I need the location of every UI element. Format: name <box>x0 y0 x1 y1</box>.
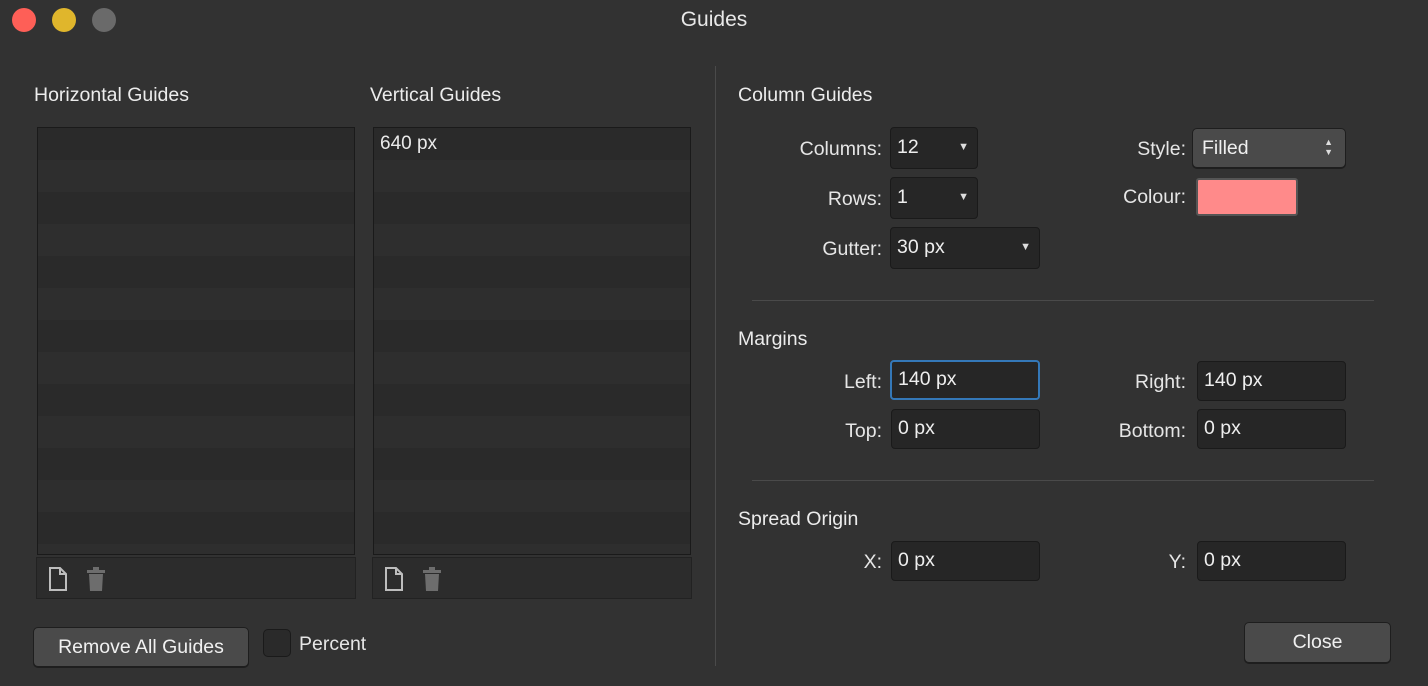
gutter-dropdown[interactable]: 30 px ▼ <box>890 227 1040 269</box>
list-item[interactable] <box>374 256 690 288</box>
rows-value: 1 <box>897 186 908 208</box>
vertical-guides-list[interactable]: 640 px <box>373 127 691 555</box>
list-item[interactable] <box>374 192 690 224</box>
trash-icon[interactable] <box>421 566 443 592</box>
rows-label: Rows: <box>827 188 882 210</box>
list-item[interactable] <box>38 128 354 160</box>
y-origin-field[interactable]: 0 px <box>1197 541 1346 581</box>
list-item[interactable] <box>38 256 354 288</box>
trash-icon[interactable] <box>85 566 107 592</box>
window-title: Guides <box>680 8 748 31</box>
horizontal-guides-list[interactable] <box>37 127 355 555</box>
left-margin-label: Left: <box>844 371 882 393</box>
right-margin-field[interactable]: 140 px <box>1197 361 1346 401</box>
gutter-label: Gutter: <box>822 238 882 260</box>
right-margin-label: Right: <box>1135 371 1186 393</box>
x-origin-label: X: <box>863 551 882 573</box>
list-item[interactable] <box>374 448 690 480</box>
percent-checkbox[interactable] <box>263 629 291 657</box>
gutter-value: 30 px <box>897 236 945 258</box>
list-item[interactable] <box>374 512 690 544</box>
y-origin-label: Y: <box>1168 551 1186 573</box>
list-item[interactable] <box>38 288 354 320</box>
section-divider <box>752 300 1374 301</box>
list-item[interactable] <box>38 448 354 480</box>
list-item[interactable] <box>374 384 690 416</box>
list-item[interactable] <box>38 416 354 448</box>
add-guide-icon[interactable] <box>383 566 405 592</box>
chevron-down-icon: ▼ <box>1020 241 1031 253</box>
horizontal-list-footer <box>36 557 356 599</box>
x-origin-field[interactable]: 0 px <box>891 541 1040 581</box>
chevron-down-icon: ▼ <box>958 141 969 153</box>
columns-dropdown[interactable]: 12 ▼ <box>890 127 978 169</box>
list-item[interactable] <box>38 352 354 384</box>
close-button[interactable]: Close <box>1244 622 1391 663</box>
list-item[interactable] <box>374 480 690 512</box>
style-value: Filled <box>1202 137 1249 159</box>
add-guide-icon[interactable] <box>47 566 69 592</box>
vertical-guides-label: Vertical Guides <box>370 84 502 106</box>
list-item[interactable] <box>38 480 354 512</box>
bottom-margin-label: Bottom: <box>1118 420 1186 442</box>
top-margin-label: Top: <box>845 420 882 442</box>
list-item[interactable] <box>38 224 354 256</box>
list-item[interactable] <box>374 352 690 384</box>
panel-divider <box>715 66 716 666</box>
bottom-margin-field[interactable]: 0 px <box>1197 409 1346 449</box>
style-label: Style: <box>1137 138 1186 160</box>
list-item[interactable] <box>38 320 354 352</box>
list-item[interactable] <box>38 512 354 544</box>
percent-label: Percent <box>299 633 367 655</box>
top-margin-field[interactable]: 0 px <box>891 409 1040 449</box>
colour-label: Colour: <box>1123 186 1186 208</box>
chevron-down-icon: ▼ <box>958 191 969 203</box>
columns-label: Columns: <box>799 138 882 160</box>
up-down-arrows-icon: ▲ ▼ <box>1324 137 1333 157</box>
column-guides-label: Column Guides <box>738 84 873 106</box>
list-item[interactable] <box>374 288 690 320</box>
rows-dropdown[interactable]: 1 ▼ <box>890 177 978 219</box>
margins-label: Margins <box>738 328 808 350</box>
list-item[interactable] <box>38 544 354 554</box>
spread-origin-label: Spread Origin <box>738 508 859 530</box>
list-item[interactable] <box>374 160 690 192</box>
list-item[interactable] <box>374 416 690 448</box>
style-popup-button[interactable]: Filled ▲ ▼ <box>1192 128 1346 168</box>
vertical-list-footer <box>372 557 692 599</box>
list-item[interactable] <box>374 544 690 554</box>
section-divider <box>752 480 1374 481</box>
list-item[interactable] <box>374 224 690 256</box>
horizontal-guides-label: Horizontal Guides <box>34 84 189 106</box>
columns-value: 12 <box>897 136 919 158</box>
remove-all-guides-button[interactable]: Remove All Guides <box>33 627 249 667</box>
list-item[interactable] <box>374 320 690 352</box>
list-item[interactable] <box>38 160 354 192</box>
list-item[interactable] <box>38 384 354 416</box>
colour-swatch[interactable] <box>1196 178 1298 216</box>
list-item[interactable]: 640 px <box>374 128 690 160</box>
left-margin-field[interactable]: 140 px <box>890 360 1040 400</box>
list-item[interactable] <box>38 192 354 224</box>
